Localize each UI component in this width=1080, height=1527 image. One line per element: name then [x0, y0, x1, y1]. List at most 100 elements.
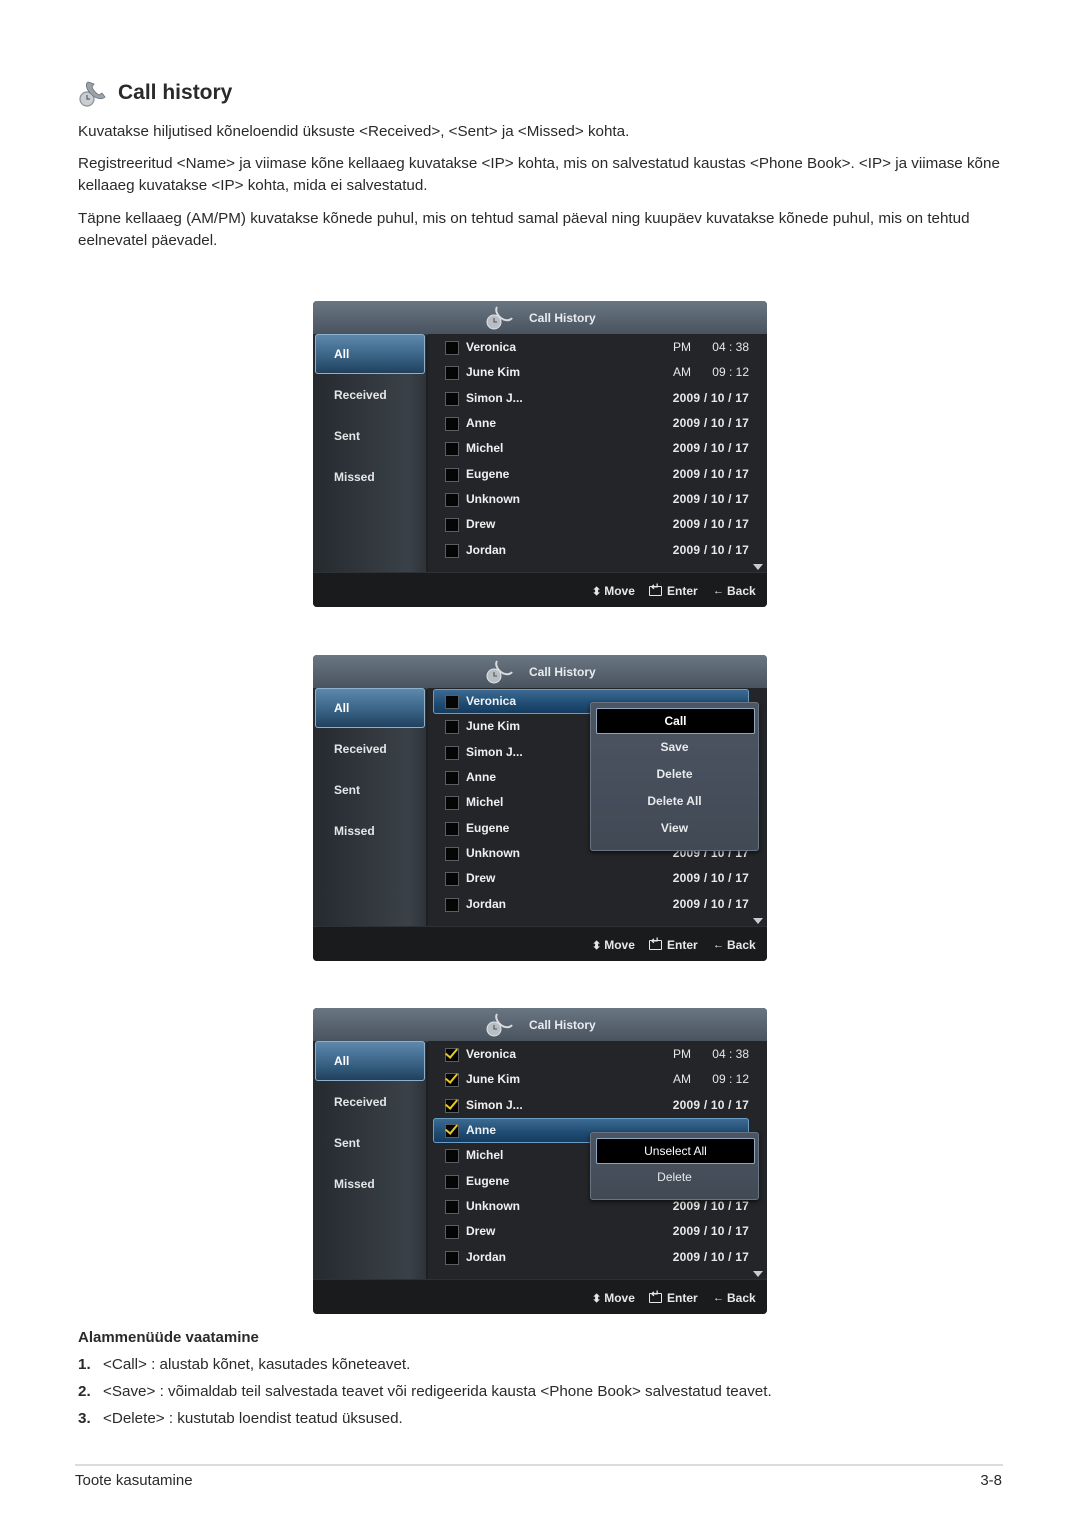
call-time: 04 : 38 [712, 1047, 749, 1061]
row-checkbox[interactable] [445, 771, 459, 785]
row-checkbox[interactable] [445, 746, 459, 760]
call-row[interactable]: Jordan 2009 / 10 / 17 [428, 1245, 767, 1270]
back-hint: ← Back [713, 938, 756, 952]
tab-all[interactable]: All [315, 1041, 425, 1081]
submenu-heading: Alammenüüde vaatamine [78, 1329, 259, 1346]
popup-option-delete-all[interactable]: Delete All [596, 789, 753, 813]
tab-received[interactable]: Received [334, 388, 387, 402]
row-checkbox[interactable] [445, 1251, 459, 1265]
tab-all[interactable]: All [315, 688, 425, 728]
call-date: 2009 / 10 / 17 [672, 492, 749, 506]
call-row[interactable]: Simon J... 2009 / 10 / 17 [428, 1093, 767, 1118]
call-ampm: PM [673, 340, 691, 354]
call-row[interactable]: Veronica PM 04 : 38 [428, 335, 767, 360]
call-date: 2009 / 10 / 17 [672, 1199, 749, 1213]
row-checkbox[interactable] [445, 392, 459, 406]
row-checkbox[interactable] [445, 493, 459, 507]
popup-option-view[interactable]: View [596, 816, 753, 840]
popup-option-save[interactable]: Save [596, 735, 753, 759]
call-date: 2009 / 10 / 17 [672, 1098, 749, 1112]
row-checkbox[interactable] [445, 898, 459, 912]
row-checkbox[interactable] [445, 366, 459, 380]
move-hint: ⬍ Move [592, 1291, 635, 1305]
caller-name: Eugene [466, 1174, 510, 1188]
caller-name: Eugene [466, 821, 510, 835]
call-history-screen: Call History All Received Sent Missed Veroni… [313, 1008, 767, 1314]
row-checkbox[interactable] [445, 1149, 459, 1163]
call-row[interactable]: Unknown 2009 / 10 / 17 [428, 487, 767, 512]
enter-icon [649, 582, 662, 596]
row-checkbox[interactable] [445, 1175, 459, 1189]
tab-missed[interactable]: Missed [334, 1177, 375, 1191]
caller-name: Veronica [466, 1047, 517, 1061]
tab-received[interactable]: Received [334, 1095, 387, 1109]
row-checkbox[interactable] [445, 544, 459, 558]
row-checkbox[interactable] [445, 1073, 459, 1087]
caller-name: Drew [466, 871, 496, 885]
call-date: 2009 / 10 / 17 [672, 1224, 749, 1238]
tab-sent[interactable]: Sent [334, 783, 360, 797]
popup-option-delete[interactable]: Delete [596, 1165, 753, 1189]
call-row[interactable]: June Kim AM 09 : 12 [428, 360, 767, 385]
tab-sent[interactable]: Sent [334, 429, 360, 443]
caller-name: Unknown [466, 846, 520, 860]
row-checkbox[interactable] [445, 341, 459, 355]
tab-all[interactable]: All [315, 334, 425, 374]
caller-name: Veronica [466, 694, 517, 708]
call-ampm: PM [673, 1047, 691, 1061]
call-date: 2009 / 10 / 17 [672, 391, 749, 405]
row-checkbox[interactable] [445, 1048, 459, 1062]
time-paragraph: Täpne kellaaeg (AM/PM) kuvatakse kõnede … [78, 210, 970, 249]
row-checkbox[interactable] [445, 872, 459, 886]
scroll-down-icon[interactable] [753, 918, 763, 924]
row-checkbox[interactable] [445, 720, 459, 734]
popup-option-delete[interactable]: Delete [596, 762, 753, 786]
row-checkbox[interactable] [445, 847, 459, 861]
call-row[interactable]: Anne 2009 / 10 / 17 [428, 411, 767, 436]
call-row[interactable]: Drew 2009 / 10 / 17 [428, 512, 767, 537]
caller-name: June Kim [466, 1072, 521, 1086]
caller-name: Simon J... [466, 745, 523, 759]
call-ampm: AM [673, 1072, 691, 1086]
back-arrow-icon: ← [713, 585, 724, 597]
caller-name: Simon J... [466, 391, 523, 405]
row-checkbox[interactable] [445, 442, 459, 456]
call-row[interactable]: Jordan 2009 / 10 / 17 [428, 538, 767, 563]
popup-option-unselect-all[interactable]: Unselect All [596, 1138, 755, 1164]
row-checkbox[interactable] [445, 417, 459, 431]
caller-name: Michel [466, 441, 504, 455]
footer-divider [75, 1464, 1003, 1466]
tab-missed[interactable]: Missed [334, 824, 375, 838]
row-checkbox[interactable] [445, 1200, 459, 1214]
row-checkbox[interactable] [445, 695, 459, 709]
enter-icon [649, 936, 662, 950]
tab-received[interactable]: Received [334, 742, 387, 756]
row-checkbox[interactable] [445, 822, 459, 836]
row-checkbox[interactable] [445, 468, 459, 482]
options-popup: Unselect All Delete [590, 1132, 759, 1200]
phone-clock-icon [78, 78, 110, 108]
call-row[interactable]: Michel 2009 / 10 / 17 [428, 436, 767, 461]
call-date: 2009 / 10 / 17 [672, 467, 749, 481]
call-date: 2009 / 10 / 17 [672, 1250, 749, 1264]
screen-header: Call History [313, 1008, 767, 1042]
caller-name: Michel [466, 795, 504, 809]
scroll-down-icon[interactable] [753, 564, 763, 570]
row-checkbox[interactable] [445, 796, 459, 810]
call-row[interactable]: Drew 2009 / 10 / 17 [428, 866, 767, 891]
call-row[interactable]: Eugene 2009 / 10 / 17 [428, 462, 767, 487]
call-row[interactable]: Simon J... 2009 / 10 / 17 [428, 386, 767, 411]
row-checkbox[interactable] [445, 518, 459, 532]
popup-option-call[interactable]: Call [596, 708, 755, 734]
row-checkbox[interactable] [445, 1099, 459, 1113]
call-row[interactable]: Drew 2009 / 10 / 17 [428, 1219, 767, 1244]
call-row[interactable]: Veronica PM 04 : 38 [428, 1042, 767, 1067]
call-row[interactable]: Jordan 2009 / 10 / 17 [428, 892, 767, 917]
scroll-down-icon[interactable] [753, 1271, 763, 1277]
screen-title: Call History [529, 311, 596, 325]
tab-sent[interactable]: Sent [334, 1136, 360, 1150]
row-checkbox[interactable] [445, 1225, 459, 1239]
call-row[interactable]: June Kim AM 09 : 12 [428, 1067, 767, 1092]
row-checkbox[interactable] [445, 1124, 459, 1138]
tab-missed[interactable]: Missed [334, 470, 375, 484]
